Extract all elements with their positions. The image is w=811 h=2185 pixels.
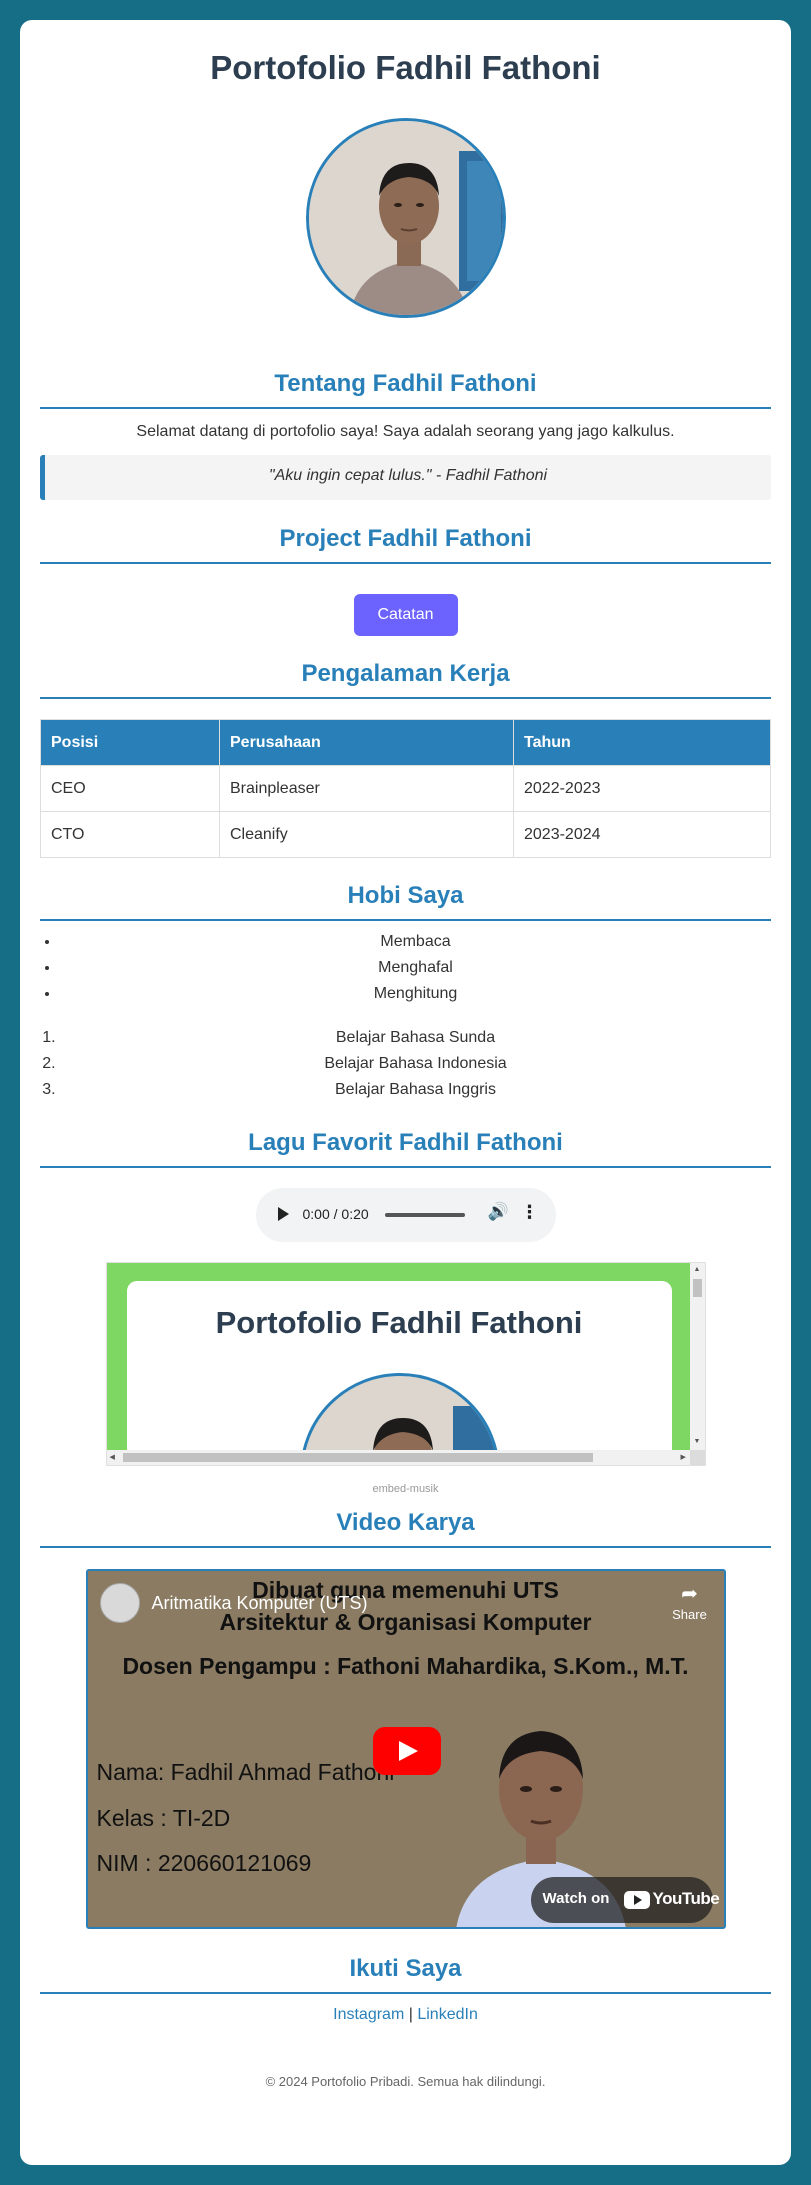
portfolio-card: Portofolio Fadhil Fathoni Tentang Fadhil…	[20, 20, 791, 2165]
list-item: Belajar Bahasa Inggris	[60, 1077, 771, 1103]
embedded-title: Portofolio Fadhil Fathoni	[215, 1305, 583, 1340]
column-header: Perusahaan	[219, 719, 514, 766]
play-icon[interactable]	[277, 1207, 289, 1221]
about-heading: Tentang Fadhil Fathoni	[40, 370, 771, 409]
link-separator: |	[408, 2006, 413, 2023]
play-button[interactable]	[372, 1727, 441, 1775]
table-cell: 2022-2023	[513, 765, 771, 812]
table-cell: CTO	[40, 811, 220, 858]
column-header: Tahun	[513, 719, 771, 766]
scroll-left-icon[interactable]: ◀	[110, 1453, 115, 1461]
list-item: Menghafal	[60, 955, 771, 981]
table-row: CEO Brainpleaser 2022-2023	[40, 765, 771, 812]
video-text-line3: Dosen Pengampu : Fathoni Mahardika, S.Ko…	[122, 1653, 689, 1679]
learning-list: Belajar Bahasa Sunda Belajar Bahasa Indo…	[40, 1025, 771, 1103]
scroll-right-icon[interactable]: ▶	[681, 1453, 686, 1461]
play-icon	[398, 1741, 418, 1761]
social-heading: Ikuti Saya	[40, 1955, 771, 1994]
embedded-card: Portofolio Fadhil Fathoni	[126, 1281, 672, 1465]
music-heading: Lagu Favorit Fadhil Fathoni	[40, 1129, 771, 1168]
table-cell: Brainpleaser	[219, 765, 514, 812]
volume-icon[interactable]: 🔊	[488, 1202, 509, 1222]
video-kelas: Kelas : TI-2D	[96, 1805, 231, 1831]
video-heading: Video Karya	[40, 1509, 771, 1548]
hobbies-heading: Hobi Saya	[40, 882, 771, 921]
column-header: Posisi	[40, 719, 220, 766]
watch-on-youtube-button[interactable]: Watch on YouTube	[530, 1877, 720, 1923]
table-cell: 2023-2024	[513, 811, 771, 858]
horizontal-scrollbar[interactable]: ◀ ▶	[106, 1450, 692, 1465]
video-nim: NIM : 220660121069	[96, 1850, 312, 1876]
scroll-down-icon[interactable]: ▼	[694, 1438, 701, 1445]
about-text: Selamat datang di portofolio saya! Saya …	[136, 423, 675, 440]
scrollbar-thumb[interactable]	[122, 1453, 593, 1462]
list-item: Belajar Bahasa Sunda	[60, 1025, 771, 1051]
scroll-corner	[689, 1450, 705, 1465]
table-cell: CEO	[40, 765, 220, 812]
table-row: CTO Cleanify 2023-2024	[40, 811, 771, 858]
page-title: Portofolio Fadhil Fathoni	[210, 49, 601, 86]
footer-text: © 2024 Portofolio Pribadi. Semua hak dil…	[265, 2074, 546, 2089]
audio-progress-bar[interactable]	[384, 1213, 465, 1217]
experience-heading: Pengalaman Kerja	[40, 660, 771, 699]
quote: "Aku ingin cepat lulus." - Fadhil Fathon…	[40, 455, 771, 500]
embed-caption: embed-musik	[372, 1483, 439, 1495]
scroll-up-icon[interactable]: ▲	[694, 1266, 701, 1273]
table-cell: Cleanify	[219, 811, 514, 858]
share-icon: ➦	[681, 1583, 698, 1605]
video-nama: Nama: Fadhil Ahmad Fathoni	[96, 1759, 395, 1785]
project-heading: Project Fadhil Fathoni	[40, 525, 771, 564]
instagram-link[interactable]: Instagram	[333, 2006, 404, 2023]
list-item: Membaca	[60, 929, 771, 955]
audio-time: 0:00 / 0:20	[302, 1206, 369, 1222]
channel-avatar[interactable]	[99, 1583, 140, 1623]
catatan-button[interactable]: Catatan	[353, 594, 458, 636]
video-title[interactable]: Aritmatika Komputer (UTS)	[152, 1593, 368, 1614]
vertical-scrollbar[interactable]: ▲ ▼	[689, 1263, 705, 1452]
profile-photo	[305, 118, 506, 318]
watch-on-label: Watch on	[542, 1890, 610, 1907]
experience-table: Posisi Perusahaan Tahun CEO Brainpleaser…	[40, 719, 771, 858]
youtube-video-embed[interactable]: Dibuat guna memenuhi UTS Arsitektur & Or…	[85, 1569, 726, 1929]
table-header-row: Posisi Perusahaan Tahun	[40, 719, 771, 766]
audio-player[interactable]: 0:00 / 0:20 🔊 ⋮	[255, 1188, 556, 1242]
list-item: Menghitung	[60, 981, 771, 1007]
person-portrait-icon	[308, 121, 503, 315]
linkedin-link[interactable]: LinkedIn	[417, 2006, 478, 2023]
youtube-label: YouTube	[652, 1889, 720, 1908]
list-item: Belajar Bahasa Indonesia	[60, 1051, 771, 1077]
social-links: Instagram | LinkedIn	[40, 2006, 771, 2024]
youtube-logo-icon	[623, 1891, 650, 1909]
share-button[interactable]: ➦ Share	[664, 1583, 716, 1622]
share-label: Share	[672, 1607, 707, 1622]
scrollbar-thumb[interactable]	[692, 1279, 702, 1297]
embed-music-frame[interactable]: Portofolio Fadhil Fathoni ▲ ▼ ◀ ▶	[105, 1262, 706, 1466]
hobby-list: Membaca Menghafal Menghitung	[40, 929, 771, 1007]
more-options-icon[interactable]: ⋮	[521, 1202, 539, 1223]
